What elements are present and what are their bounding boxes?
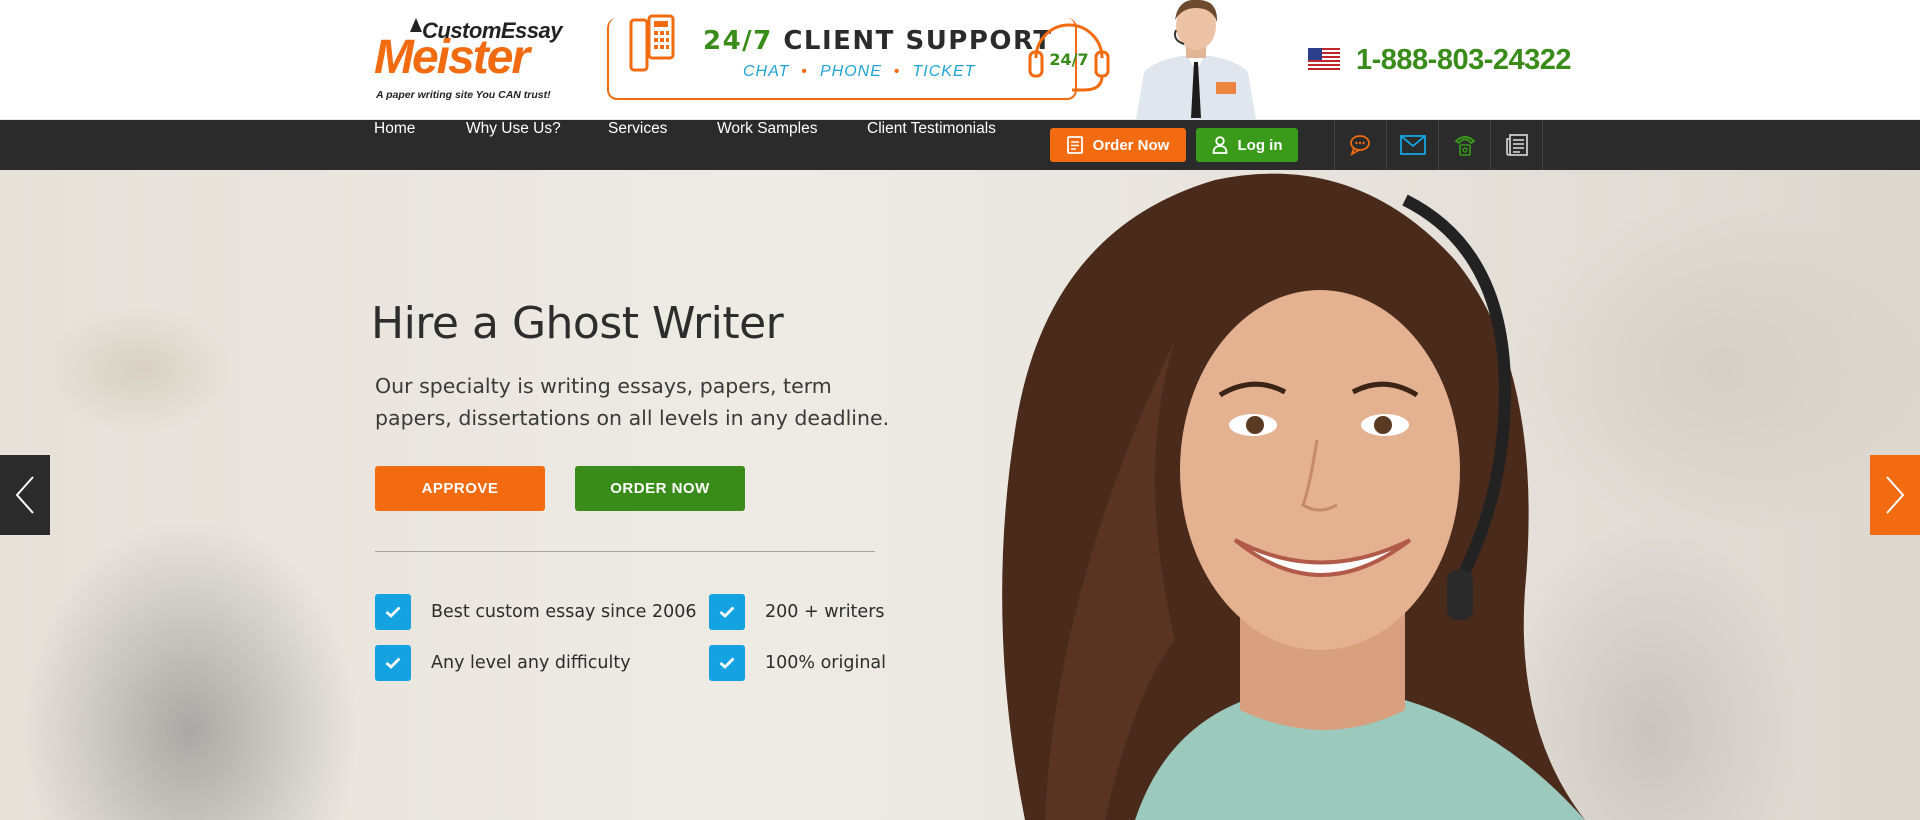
support-agent-image xyxy=(1136,0,1256,120)
nav-item-work-samples[interactable]: Work Samples xyxy=(717,120,818,170)
news-icon[interactable] xyxy=(1491,120,1543,170)
support-woman-image xyxy=(1002,173,1585,820)
slider-prev-button[interactable] xyxy=(0,455,50,535)
support-channel-ticket[interactable]: TICKET xyxy=(913,63,976,80)
support-title-text: CLIENT SUPPORT xyxy=(783,26,1053,56)
separator-dot: • xyxy=(893,63,901,80)
feature-label: Best custom essay since 2006 xyxy=(431,602,697,622)
support-channels: CHAT • PHONE • TICKET xyxy=(743,63,975,81)
checkmark-icon xyxy=(375,645,411,681)
contact-icons xyxy=(1334,120,1543,170)
nav-item-home[interactable]: Home xyxy=(374,120,415,170)
chevron-left-icon xyxy=(15,476,34,514)
hero-description: Our specialty is writing essays, papers,… xyxy=(375,374,890,430)
phone-number[interactable]: 1-888-803-24322 xyxy=(1356,44,1572,77)
logo-tagline: A paper writing site You CAN trust! xyxy=(376,89,551,101)
feature-item: 100% original xyxy=(709,645,886,681)
us-flag-icon xyxy=(1308,48,1340,72)
phone-icon[interactable] xyxy=(1439,120,1491,170)
feature-item: Any level any difficulty xyxy=(375,645,631,681)
site-header: CustomEssay Meister A paper writing site… xyxy=(0,0,1920,120)
hero-order-now-button[interactable]: ORDER NOW xyxy=(575,466,745,511)
phone-contact: 1-888-803-24322 xyxy=(1308,38,1572,82)
headset-badge-text: 24/7 xyxy=(1049,50,1088,69)
nav-item-why-use-us[interactable]: Why Use Us? xyxy=(466,120,561,170)
order-now-button[interactable]: Order Now xyxy=(1050,128,1186,162)
site-logo[interactable]: CustomEssay Meister A paper writing site… xyxy=(374,18,563,104)
hero-slider: Hire a Ghost Writer Our specialty is wri… xyxy=(0,170,1920,820)
headset-icon: 24/7 xyxy=(1028,23,1110,92)
order-now-label: Order Now xyxy=(1092,136,1170,154)
feature-label: 200 + writers xyxy=(765,602,885,622)
support-banner: 24/7 CLIENT SUPPORT CHAT • PHONE • TICKET xyxy=(607,14,1077,100)
nav-item-services[interactable]: Services xyxy=(608,120,667,170)
chevron-right-icon xyxy=(1886,476,1905,514)
desk-phone-icon xyxy=(629,14,675,72)
support-title-highlight: 24/7 xyxy=(703,26,773,56)
user-icon xyxy=(1212,136,1227,154)
approve-button[interactable]: APPROVE xyxy=(375,466,545,511)
logo-main-text: Meister xyxy=(374,31,530,84)
feature-item: 200 + writers xyxy=(709,594,885,630)
checkmark-icon xyxy=(375,594,411,630)
order-form-icon xyxy=(1066,136,1083,154)
support-title: 24/7 CLIENT SUPPORT xyxy=(703,26,1053,56)
pen-icon xyxy=(410,18,422,32)
support-channel-phone[interactable]: PHONE xyxy=(820,63,882,80)
support-channel-chat[interactable]: CHAT xyxy=(743,63,789,80)
hero-title: Hire a Ghost Writer xyxy=(371,298,784,349)
login-label: Log in xyxy=(1237,136,1283,154)
separator-dot: • xyxy=(801,63,808,80)
login-button[interactable]: Log in xyxy=(1196,128,1298,162)
main-nav: Home Why Use Us? Services Work Samples C… xyxy=(0,120,1920,170)
checkmark-icon xyxy=(709,645,745,681)
email-icon[interactable] xyxy=(1387,120,1439,170)
nav-item-client-testimonials[interactable]: Client Testimonials xyxy=(867,120,996,170)
feature-item: Best custom essay since 2006 xyxy=(375,594,697,630)
checkmark-icon xyxy=(709,594,745,630)
feature-label: 100% original xyxy=(765,653,887,673)
hero-divider xyxy=(375,551,875,552)
slider-next-button[interactable] xyxy=(1870,455,1920,535)
chat-icon[interactable] xyxy=(1335,120,1387,170)
feature-label: Any level any difficulty xyxy=(431,653,631,673)
